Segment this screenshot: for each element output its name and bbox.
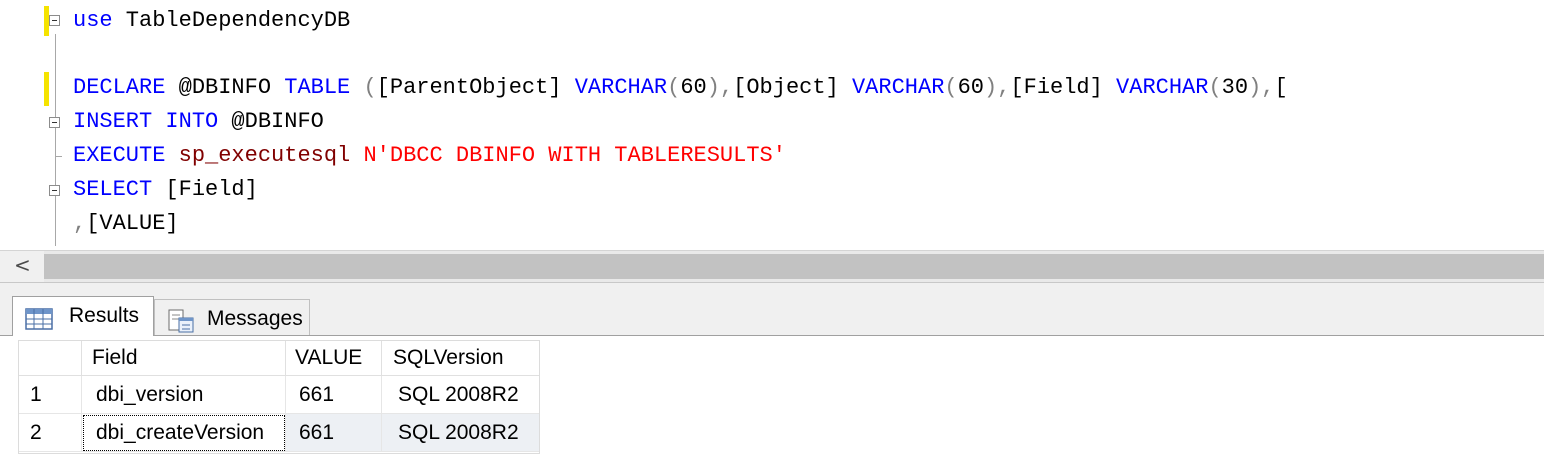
code-token: ( (667, 75, 681, 100)
scroll-left-button[interactable]: < (0, 251, 44, 282)
code-token: ( (363, 75, 377, 100)
collapse-icon[interactable] (49, 185, 60, 196)
cell-field[interactable]: dbi_createVersion (82, 414, 286, 452)
tab-results-label: Results (69, 304, 140, 327)
row-number-header[interactable] (18, 340, 82, 376)
code-token: ( (944, 75, 958, 100)
collapse-icon[interactable] (49, 15, 60, 26)
collapse-icon[interactable] (49, 117, 60, 128)
cell-field[interactable]: dbi_version (82, 376, 286, 414)
code-token: [Object] (733, 75, 852, 100)
code-token: ), (1248, 75, 1275, 100)
code-token: ), (706, 75, 734, 100)
query-editor[interactable]: use TableDependencyDB DECLARE @DBINFO TAB… (0, 0, 1544, 250)
row-number[interactable]: 1 (18, 376, 82, 414)
row-number[interactable]: 2 (18, 414, 82, 452)
code-token: VARCHAR (574, 75, 668, 100)
cell-sqlversion[interactable]: SQL 2008R2 (382, 376, 540, 414)
code-token: DECLARE (73, 75, 166, 100)
tab-results[interactable]: Results (12, 296, 154, 337)
code-token: ( (1208, 75, 1222, 100)
code-token: SELECT (73, 177, 153, 202)
editor-margin (0, 0, 42, 250)
cell-value[interactable]: 661 (286, 376, 382, 414)
code-token: INSERT (73, 109, 153, 134)
code-token: [ (1274, 75, 1288, 100)
code-token: VARCHAR (1116, 75, 1209, 100)
code-token: [Field] (1010, 75, 1117, 100)
code-line[interactable]: use TableDependencyDB (73, 4, 350, 38)
code-token: 60 (680, 75, 707, 100)
tab-messages-label: Messages (207, 307, 303, 330)
code-line[interactable]: EXECUTE sp_executesql N'DBCC DBINFO WITH… (73, 139, 786, 173)
code-line[interactable]: DECLARE @DBINFO TABLE ([ParentObject] VA… (73, 71, 1288, 105)
outline-line (55, 34, 56, 246)
scrollbar-thumb[interactable] (44, 254, 1544, 279)
code-token: sp_executesql (178, 143, 351, 168)
results-pane: Field VALUE SQLVersion 1 dbi_version 661… (0, 336, 1544, 474)
cell-value[interactable]: 661 (286, 414, 382, 452)
code-token: [ParentObject] (376, 75, 575, 100)
code-token: TABLE (284, 75, 351, 100)
code-token: [VALUE] (86, 211, 179, 236)
code-token: 30 (1221, 75, 1249, 100)
cell-sqlversion[interactable]: SQL 2008R2 (382, 414, 540, 452)
horizontal-scrollbar[interactable]: < (0, 250, 1544, 282)
pane-splitter[interactable] (0, 282, 1544, 294)
code-token: @DBINFO (218, 109, 324, 134)
tab-messages[interactable]: Messages (154, 299, 310, 335)
code-token: ), (984, 75, 1011, 100)
column-header-field[interactable]: Field (82, 340, 286, 376)
column-header-sqlversion[interactable]: SQLVersion (382, 340, 540, 376)
code-token: VARCHAR (851, 75, 945, 100)
code-line[interactable]: SELECT [Field] (73, 173, 258, 207)
column-header-value[interactable]: VALUE (286, 340, 382, 376)
code-line[interactable]: ,[VALUE] (73, 207, 179, 241)
code-token: INTO (165, 109, 219, 134)
code-token: @DBINFO (165, 75, 285, 100)
code-token: use (73, 8, 113, 33)
code-token: TableDependencyDB (112, 8, 351, 33)
results-tabstrip: Results Messages (0, 294, 1544, 337)
code-token: , (73, 211, 87, 236)
code-token: [Field] (152, 177, 258, 202)
code-token: N'DBCC DBINFO WITH TABLERESULTS' (363, 143, 786, 168)
code-line[interactable]: INSERT INTO @DBINFO (73, 105, 324, 139)
change-marker (44, 72, 49, 106)
outline-tick (55, 156, 62, 157)
code-token: EXECUTE (73, 143, 166, 168)
code-token: 60 (957, 75, 985, 100)
